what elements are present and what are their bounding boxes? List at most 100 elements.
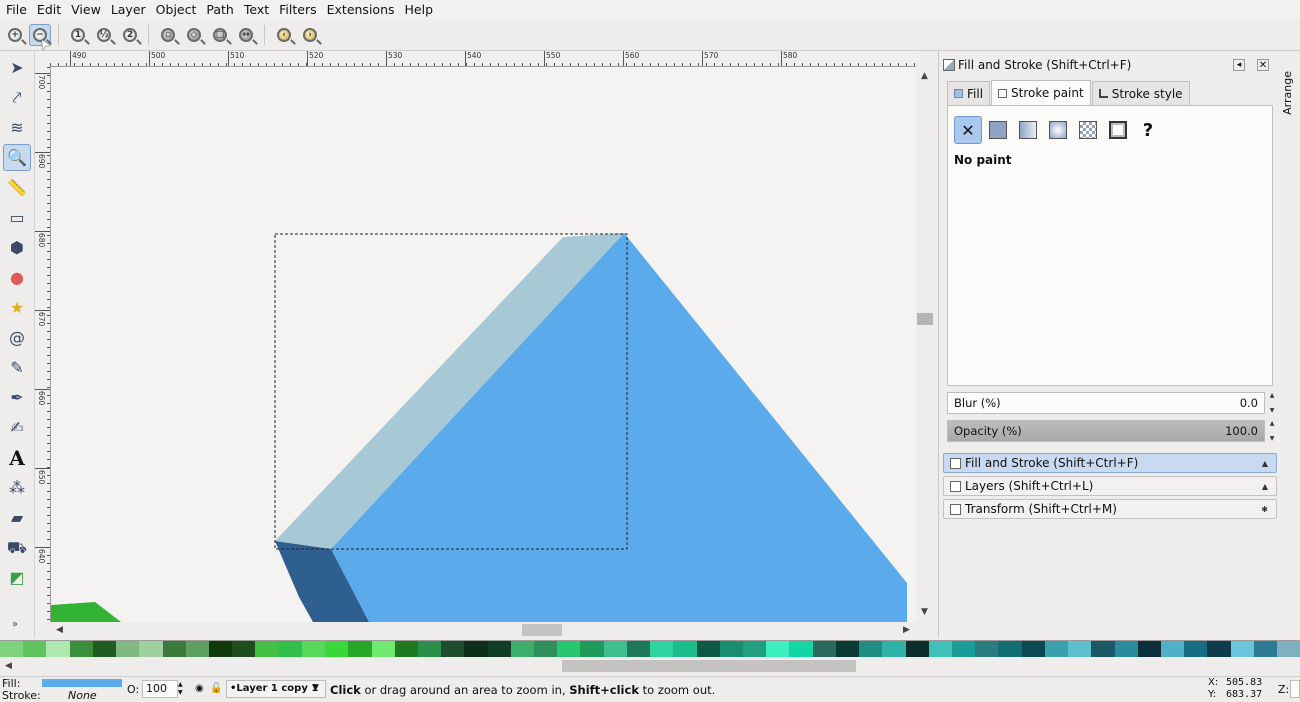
zoom-drawing-button[interactable]: ◇ — [183, 24, 205, 46]
palette-swatch[interactable] — [1253, 641, 1278, 657]
menu-path[interactable]: Path — [201, 1, 238, 19]
palette-swatch[interactable] — [1230, 641, 1254, 657]
zoom-tool-button[interactable]: 🔍 — [3, 144, 31, 171]
fill-color-swatch[interactable] — [42, 679, 122, 687]
palette-swatch[interactable] — [1044, 641, 1069, 657]
menu-layer[interactable]: Layer — [106, 1, 151, 19]
blur-value[interactable]: 0.0 — [1240, 396, 1258, 410]
palette-swatch[interactable] — [719, 641, 743, 657]
palette-swatch[interactable] — [1068, 641, 1092, 657]
menu-filters[interactable]: Filters — [274, 1, 321, 19]
palette-swatch[interactable] — [441, 641, 465, 657]
star-tool-button[interactable]: ★ — [3, 294, 31, 321]
3d-box-tool-button[interactable]: ⬢ — [3, 234, 31, 261]
zoom-in-button[interactable]: + — [4, 24, 26, 46]
palette-swatch[interactable] — [626, 641, 651, 657]
stroke-indicator-value[interactable]: None — [68, 689, 97, 702]
docked-dialog-toggle-icon[interactable]: ▲ — [1262, 482, 1268, 491]
pencil-tool-button[interactable]: ✎ — [3, 354, 31, 381]
menu-text[interactable]: Text — [239, 1, 274, 19]
pen-tool-button[interactable]: ✒ — [3, 384, 31, 411]
scroll-right-icon[interactable]: ▶ — [903, 625, 910, 635]
zoom-page-width-button[interactable]: ↔ — [235, 24, 257, 46]
ruler-vertical[interactable]: 700 690 680 670 660 650 640 — [35, 67, 51, 622]
palette-swatch[interactable] — [162, 641, 186, 657]
palette-swatch[interactable] — [789, 641, 813, 657]
palette-swatch[interactable] — [278, 641, 302, 657]
vertical-scroll-thumb[interactable] — [917, 313, 933, 325]
menu-extensions[interactable]: Extensions — [322, 1, 400, 19]
palette-swatch[interactable] — [69, 641, 93, 657]
layer-visibility-icon[interactable]: ◉ — [195, 683, 204, 694]
eraser-tool-button[interactable]: ▰ — [3, 504, 31, 531]
menu-file[interactable]: File — [0, 1, 32, 19]
rectangle-tool-button[interactable]: ▭ — [3, 204, 31, 231]
palette-swatch[interactable] — [23, 641, 47, 657]
palette-swatch[interactable] — [673, 641, 697, 657]
palette-swatch[interactable] — [603, 641, 627, 657]
palette-swatch[interactable] — [534, 641, 558, 657]
palette-swatch[interactable] — [487, 641, 511, 657]
palette-swatch[interactable] — [116, 641, 140, 657]
spin-up-icon[interactable]: ▲ — [1270, 392, 1275, 399]
menu-object[interactable]: Object — [151, 1, 202, 19]
pattern-button[interactable] — [1074, 116, 1102, 144]
palette-swatch[interactable] — [510, 641, 535, 657]
docked-dialog-fill-stroke[interactable]: Fill and Stroke (Shift+Ctrl+F) ▲ — [943, 453, 1277, 473]
toolbox-overflow-icon[interactable]: » — [12, 619, 18, 630]
palette-swatch[interactable] — [46, 641, 70, 657]
text-tool-button[interactable]: A — [3, 444, 31, 471]
palette-scroll-left-icon[interactable]: ◀ — [5, 661, 12, 671]
palette-swatch[interactable] — [928, 641, 952, 657]
ruler-horizontal[interactable]: 490 500 510 520 530 540 550 560 570 580 — [50, 51, 916, 67]
calligraphy-tool-button[interactable]: ✍ — [3, 414, 31, 441]
scroll-down-icon[interactable]: ▼ — [921, 607, 928, 617]
zoom-1-1-button[interactable]: 1 — [67, 24, 89, 46]
palette-swatch[interactable] — [0, 641, 24, 657]
palette-swatch[interactable] — [348, 641, 372, 657]
ellipse-tool-button[interactable]: ● — [3, 264, 31, 291]
palette-swatch[interactable] — [1184, 641, 1208, 657]
zoom-next-button[interactable]: › — [299, 24, 321, 46]
palette-swatch[interactable] — [1137, 641, 1161, 657]
palette-swatch[interactable] — [835, 641, 860, 657]
palette-swatch[interactable] — [1021, 641, 1045, 657]
palette-swatch[interactable] — [232, 641, 256, 657]
zoom-selection-button[interactable]: ▫ — [157, 24, 179, 46]
horizontal-scrollbar[interactable]: ◀ ▶ — [51, 622, 916, 638]
blur-field[interactable]: Blur (%) 0.0 — [947, 392, 1265, 414]
palette-swatch[interactable] — [1277, 641, 1300, 657]
zoom-previous-button[interactable]: ‹ — [273, 24, 295, 46]
palette-swatch[interactable] — [905, 641, 929, 657]
blur-spinner[interactable]: ▲ ▼ — [1267, 392, 1277, 414]
palette-swatch[interactable] — [464, 641, 488, 657]
zoom-page-button[interactable]: □ — [209, 24, 231, 46]
palette-swatch[interactable] — [185, 641, 209, 657]
tab-stroke-style[interactable]: Stroke style — [1091, 81, 1190, 105]
palette-swatch[interactable] — [394, 641, 418, 657]
palette-swatch[interactable] — [650, 641, 674, 657]
dialog-close-icon[interactable]: ✕ — [1257, 59, 1269, 71]
radial-gradient-button[interactable] — [1044, 116, 1072, 144]
palette-swatch[interactable] — [951, 641, 976, 657]
palette-swatch[interactable] — [92, 641, 117, 657]
drawing-canvas[interactable] — [51, 67, 916, 622]
spiral-tool-button[interactable]: @ — [3, 324, 31, 351]
unset-paint-button[interactable]: ? — [1134, 116, 1162, 144]
palette-swatch[interactable] — [882, 641, 906, 657]
palette-swatch[interactable] — [1091, 641, 1115, 657]
scroll-left-icon[interactable]: ◀ — [56, 625, 63, 635]
tab-stroke-paint[interactable]: Stroke paint — [991, 80, 1091, 105]
paint-bucket-tool-button[interactable]: ⛟ — [3, 534, 31, 561]
docked-dialog-layers[interactable]: Layers (Shift+Ctrl+L) ▲ — [943, 476, 1277, 496]
palette-swatch[interactable] — [998, 641, 1022, 657]
gradient-tool-button[interactable]: ◩ — [3, 564, 31, 591]
palette-swatch[interactable] — [859, 641, 883, 657]
palette-swatch[interactable] — [208, 641, 233, 657]
opacity-status-field[interactable]: 100 — [142, 680, 178, 698]
menu-view[interactable]: View — [66, 1, 106, 19]
spin-down-icon[interactable]: ▼ — [1270, 435, 1275, 442]
spray-tool-button[interactable]: ⁂ — [3, 474, 31, 501]
layer-lock-icon[interactable]: 🔓 — [210, 683, 222, 694]
opacity-value[interactable]: 100.0 — [1225, 424, 1258, 438]
